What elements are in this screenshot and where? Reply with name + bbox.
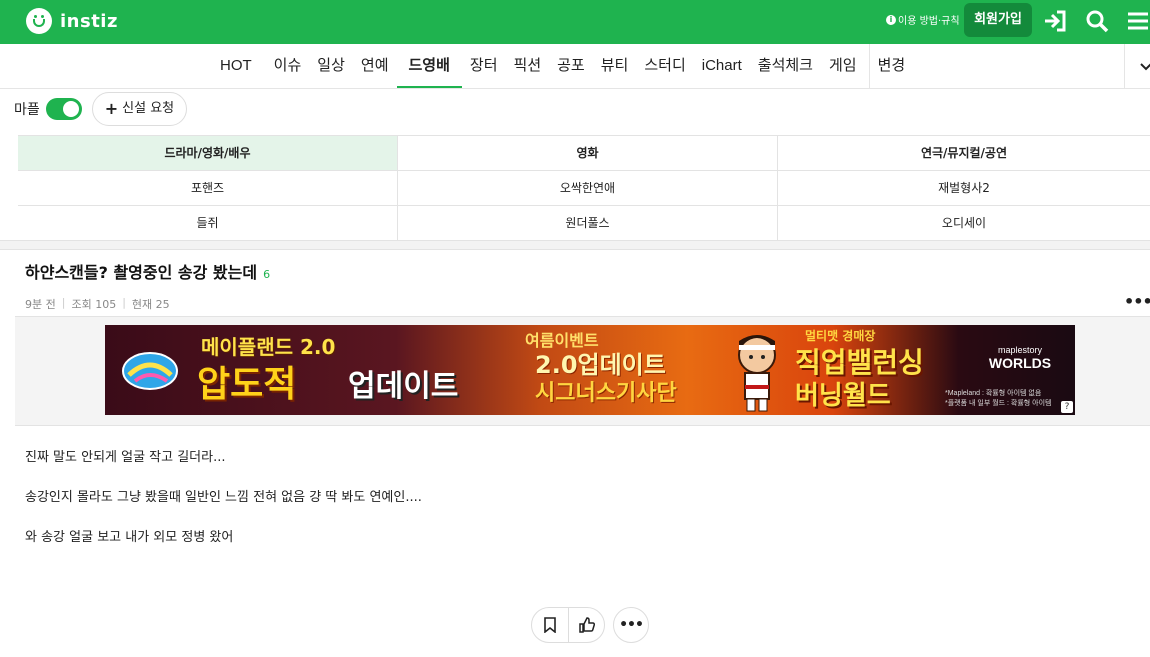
board-header-drama[interactable]: 드라마/영화/배우 — [18, 136, 398, 170]
tab-daily[interactable]: 일상 — [309, 44, 353, 88]
map-toggle[interactable] — [45, 98, 82, 120]
post-time: 9분 전 — [25, 298, 56, 311]
plus-icon: + — [104, 99, 119, 118]
bookmark-icon[interactable] — [532, 608, 568, 642]
thumbs-up-icon[interactable] — [568, 608, 604, 642]
tab-ichart[interactable]: iChart — [694, 44, 750, 88]
ad-text-headline: 압도적 — [197, 364, 297, 405]
board-link[interactable]: 원더풀스 — [398, 206, 778, 240]
worlds-text: WORLDS — [988, 355, 1052, 371]
ad-text-burning: 버닝월드 — [795, 381, 891, 411]
info-icon: i — [886, 14, 896, 25]
post-actions: ••• — [531, 607, 649, 643]
board-link[interactable]: 오싹한연애 — [398, 171, 778, 205]
board-row: 들쥐 원더풀스 오디세이 — [18, 206, 1150, 241]
chevron-down-icon[interactable] — [1124, 44, 1150, 88]
tab-game[interactable]: 게임 — [821, 44, 865, 88]
tab-drama-movie[interactable]: 드영배 — [396, 44, 463, 88]
tab-horror[interactable]: 공포 — [549, 44, 593, 88]
map-label: 마플 — [14, 102, 40, 118]
join-button[interactable]: 회원가입 — [964, 3, 1032, 37]
action-group — [531, 607, 605, 643]
ad-banner[interactable]: 메이플랜드 2.0 압도적 업데이트 여름이벤트 2.0업데이트 시그너스기사단… — [105, 325, 1075, 415]
post-body: 진짜 말도 안되게 얼굴 작고 길더라... 송강인지 몰라도 그냥 봤을때 일… — [25, 449, 422, 569]
board-link[interactable]: 포핸즈 — [18, 171, 398, 205]
ad-fine-1: *Mapleland : 확률형 아이템 없음 — [945, 390, 1042, 397]
more-options-icon[interactable]: ••• — [1124, 292, 1150, 311]
post-meta: 9분 전 | 조회 105 | 현재 25 — [25, 296, 170, 311]
smile-logo-icon — [26, 8, 52, 34]
sub-board-grid: 드라마/영화/배우 영화 연극/뮤지컬/공연 포핸즈 오싹한연애 재벌형사2 들… — [18, 135, 1150, 241]
section-divider — [0, 240, 1150, 250]
mapleland-logo-icon — [122, 352, 178, 390]
post-title: 하얀스캔들? 촬영중인 송강 봤는데 6 — [25, 259, 270, 283]
ad-fine-2: *플랫폼 내 일부 월드 : 확률형 아이템 — [945, 400, 1052, 407]
new-board-request-button[interactable]: + 신설 요청 — [91, 92, 188, 126]
worlds-small: maplestory — [997, 345, 1042, 355]
comment-count[interactable]: 6 — [263, 268, 270, 281]
tab-study[interactable]: 스터디 — [636, 44, 693, 88]
board-header-movie[interactable]: 영화 — [398, 136, 778, 170]
request-label: 신설 요청 — [122, 101, 175, 116]
rules-link[interactable]: i 이용 방법·규칙 — [886, 12, 960, 27]
instiz-logo[interactable]: instiz — [26, 8, 118, 34]
board-link[interactable]: 들쥐 — [18, 206, 398, 240]
map-toolbar: 마플 + 신설 요청 — [14, 92, 188, 126]
top-header: instiz i 이용 방법·규칙 회원가입 — [0, 0, 1150, 44]
board-link[interactable]: 재벌형사2 — [778, 171, 1150, 205]
ad-help-icon[interactable]: ? — [1061, 401, 1073, 413]
tab-change[interactable]: 변경 — [870, 44, 914, 88]
ad-text-cygnus: 시그너스기사단 — [535, 381, 677, 406]
tab-market[interactable]: 장터 — [462, 44, 506, 88]
ad-fine-print: *Mapleland : 확률형 아이템 없음 *플랫폼 내 일부 월드 : 확… — [945, 389, 1052, 409]
tab-fiction[interactable]: 픽션 — [506, 44, 550, 88]
tab-issue[interactable]: 이슈 — [266, 44, 310, 88]
post-now: 현재 25 — [131, 298, 170, 311]
board-header-theater[interactable]: 연극/뮤지컬/공연 — [778, 136, 1150, 170]
menu-icon[interactable] — [1125, 8, 1150, 34]
post-paragraph: 진짜 말도 안되게 얼굴 작고 길더라... — [25, 450, 226, 465]
character-illustration — [738, 335, 776, 412]
category-nav: HOT 이슈 일상 연예 드영배 장터 픽션 공포 뷰티 스터디 iChart … — [0, 44, 1150, 89]
ad-area: 메이플랜드 2.0 압도적 업데이트 여름이벤트 2.0업데이트 시그너스기사단… — [15, 316, 1150, 426]
post-paragraph: 와 송강 얼굴 보고 내가 외모 정병 왔어 — [25, 530, 234, 545]
login-icon[interactable] — [1043, 8, 1069, 34]
logo-text: instiz — [60, 10, 118, 32]
post-views: 조회 105 — [71, 298, 117, 311]
board-row: 포핸즈 오싹한연애 재벌형사2 — [18, 171, 1150, 206]
ad-text-update: 업데이트 — [348, 369, 459, 404]
search-icon[interactable] — [1084, 8, 1110, 34]
tab-attendance[interactable]: 출석체크 — [750, 44, 821, 88]
worlds-logo: maplestory WORLDS — [975, 345, 1065, 371]
board-header-row: 드라마/영화/배우 영화 연극/뮤지컬/공연 — [18, 136, 1150, 171]
tab-entertainment[interactable]: 연예 — [353, 44, 397, 88]
post-title-text: 하얀스캔들? 촬영중인 송강 봤는데 — [25, 263, 258, 282]
more-icon[interactable]: ••• — [613, 607, 649, 643]
tab-beauty[interactable]: 뷰티 — [593, 44, 637, 88]
rules-label: 이용 방법·규칙 — [898, 16, 960, 27]
board-link[interactable]: 오디세이 — [778, 206, 1150, 240]
tab-hot[interactable]: HOT — [212, 44, 266, 88]
post-paragraph: 송강인지 몰라도 그냥 봤을때 일반인 느낌 전혀 없음 걍 딱 봐도 연예인.… — [25, 490, 422, 505]
category-tabs: HOT 이슈 일상 연예 드영배 장터 픽션 공포 뷰티 스터디 iChart … — [212, 44, 913, 88]
